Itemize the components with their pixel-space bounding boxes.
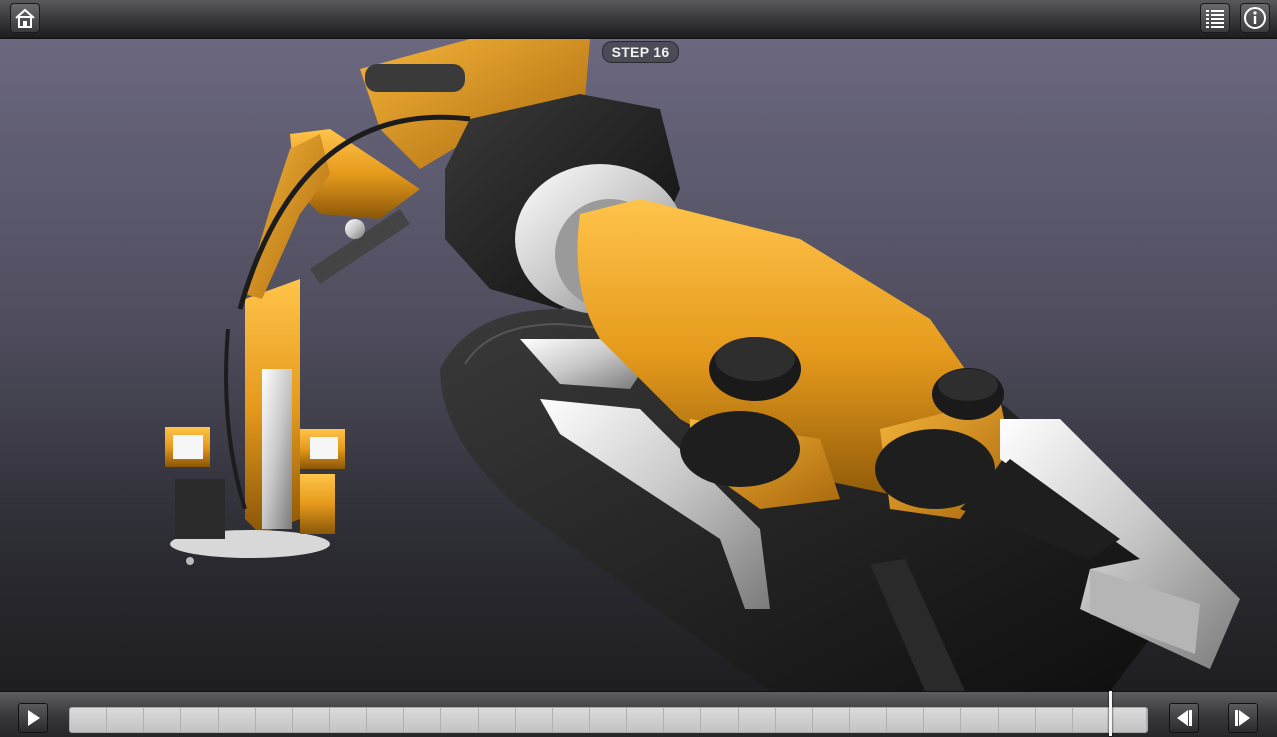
timeline-segment [367, 708, 405, 732]
timeline-segment [516, 708, 553, 732]
timeline-segment [144, 708, 182, 732]
home-icon [15, 8, 35, 28]
playback-bar [0, 691, 1277, 737]
play-button[interactable] [18, 703, 48, 733]
timeline-playhead[interactable] [1109, 691, 1113, 736]
next-step-button[interactable] [1228, 703, 1258, 733]
timeline-segment [1036, 708, 1073, 732]
top-toolbar [0, 0, 1277, 39]
timeline-segment [961, 708, 999, 732]
timeline-segment [181, 708, 219, 732]
info-icon [1244, 7, 1266, 29]
timeline-segment [813, 708, 850, 732]
timeline-segment [999, 708, 1036, 732]
timeline-ticks [70, 708, 1147, 732]
timeline-segment [441, 708, 479, 732]
timeline-segment [664, 708, 702, 732]
model-viewport[interactable]: STEP 16 [0, 39, 1277, 691]
timeline-segment [1110, 708, 1147, 732]
play-icon [28, 710, 40, 726]
timeline-segment [924, 708, 962, 732]
previous-step-button[interactable] [1169, 703, 1199, 733]
steps-list-button[interactable] [1200, 3, 1230, 33]
timeline-segment [256, 708, 293, 732]
timeline-segment [553, 708, 590, 732]
home-button[interactable] [10, 3, 40, 33]
step-back-icon [1177, 710, 1192, 726]
timeline-segment [590, 708, 628, 732]
timeline-segment [404, 708, 442, 732]
timeline-segment [701, 708, 739, 732]
timeline-segment [887, 708, 925, 732]
timeline-segment [479, 708, 516, 732]
timeline-segment [219, 708, 256, 732]
timeline-segment [70, 708, 108, 732]
timeline-segment [1073, 708, 1110, 732]
timeline-segment [739, 708, 776, 732]
timeline-segment [776, 708, 813, 732]
timeline-segment [627, 708, 665, 732]
timeline-segment [850, 708, 888, 732]
info-button[interactable] [1240, 3, 1270, 33]
timeline-segment [107, 708, 145, 732]
robot-arm-model [165, 39, 1240, 691]
list-icon [1206, 10, 1224, 28]
timeline-slider[interactable] [69, 707, 1148, 733]
timeline-segment [330, 708, 368, 732]
timeline-segment [293, 708, 330, 732]
step-forward-icon [1235, 710, 1250, 726]
step-indicator: STEP 16 [602, 41, 679, 63]
